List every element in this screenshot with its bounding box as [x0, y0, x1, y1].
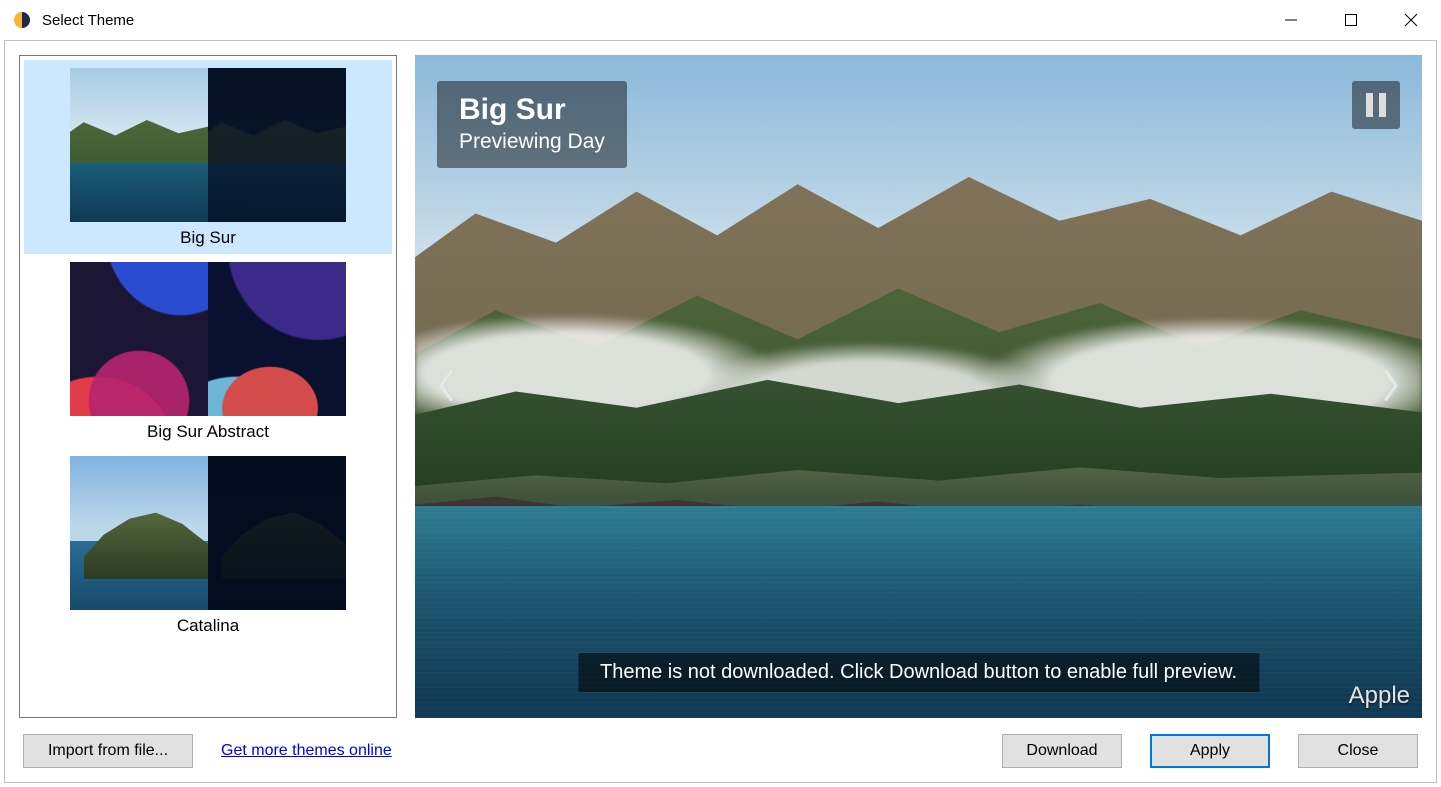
bottom-bar: Import from file... Get more themes onli…	[19, 718, 1422, 772]
close-window-button[interactable]	[1381, 0, 1441, 40]
chevron-right-icon	[1380, 389, 1402, 405]
pause-button[interactable]	[1352, 81, 1400, 129]
preview-theme-name: Big Sur	[459, 93, 605, 126]
preview-credits: Apple	[1349, 682, 1410, 710]
theme-thumbnail	[70, 456, 346, 610]
theme-label: Catalina	[36, 616, 380, 636]
theme-thumbnail	[70, 262, 346, 416]
window-controls	[1261, 0, 1441, 40]
preview-pane: Big Sur Previewing Day Theme is not down…	[415, 55, 1422, 718]
previous-button[interactable]	[423, 356, 469, 417]
minimize-button[interactable]	[1261, 0, 1321, 40]
title-bar: Select Theme	[0, 0, 1441, 40]
window-title: Select Theme	[42, 12, 134, 29]
import-button[interactable]: Import from file...	[23, 734, 193, 768]
download-button[interactable]: Download	[1002, 734, 1122, 768]
preview-message: Theme is not downloaded. Click Download …	[578, 653, 1259, 692]
client-area: Big Sur Big Sur Abstract Catalina	[4, 40, 1437, 783]
more-themes-link[interactable]: Get more themes online	[221, 742, 392, 760]
preview-title-card: Big Sur Previewing Day	[437, 81, 627, 168]
theme-label: Big Sur Abstract	[36, 422, 380, 442]
preview-subtitle: Previewing Day	[459, 130, 605, 154]
next-button[interactable]	[1368, 356, 1414, 417]
close-button[interactable]: Close	[1298, 734, 1418, 768]
chevron-left-icon	[435, 389, 457, 405]
theme-label: Big Sur	[36, 228, 380, 248]
theme-list-panel: Big Sur Big Sur Abstract Catalina	[19, 55, 397, 718]
pause-icon	[1366, 93, 1386, 117]
app-icon	[12, 10, 32, 30]
theme-thumbnail	[70, 68, 346, 222]
theme-item-big-sur[interactable]: Big Sur	[24, 60, 392, 254]
maximize-button[interactable]	[1321, 0, 1381, 40]
theme-list-scroll[interactable]: Big Sur Big Sur Abstract Catalina	[20, 56, 396, 717]
theme-item-big-sur-abstract[interactable]: Big Sur Abstract	[24, 254, 392, 448]
theme-item-catalina[interactable]: Catalina	[24, 448, 392, 642]
apply-button[interactable]: Apply	[1150, 734, 1270, 768]
